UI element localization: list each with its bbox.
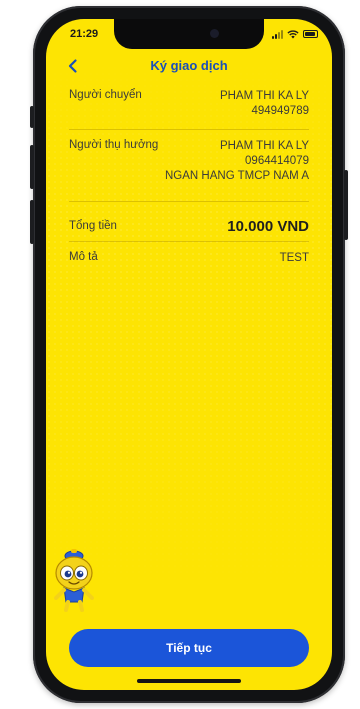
status-time: 21:29 bbox=[70, 28, 99, 40]
app-screen: 21:29 Ký giao dịch Người chuyển PHAM THI… bbox=[46, 19, 332, 690]
description-value: TEST bbox=[279, 252, 309, 264]
total-row: Tổng tiền 10.000 VND bbox=[69, 202, 309, 241]
signal-icon bbox=[272, 29, 283, 39]
mascot-icon bbox=[54, 549, 94, 612]
beneficiary-value: PHAM THI KA LY 0964414079 NGAN HANG TMCP… bbox=[165, 139, 309, 184]
description-row: Mô tả TEST bbox=[69, 242, 309, 275]
beneficiary-label: Người thụ hưởng bbox=[69, 139, 159, 151]
sender-label: Người chuyển bbox=[69, 89, 142, 101]
battery-icon bbox=[303, 30, 318, 38]
front-camera bbox=[210, 29, 219, 38]
volume-up-button bbox=[30, 145, 34, 189]
transaction-details: Người chuyển PHAM THI KA LY 494949789 Ng… bbox=[69, 89, 309, 275]
continue-button[interactable]: Tiếp tục bbox=[69, 629, 309, 667]
beneficiary-bank: NGAN HANG TMCP NAM A bbox=[165, 170, 309, 182]
volume-down-button bbox=[30, 200, 34, 244]
beneficiary-name: PHAM THI KA LY bbox=[219, 140, 309, 152]
mute-switch bbox=[30, 106, 34, 128]
beneficiary-row: Người thụ hưởng PHAM THI KA LY 096441407… bbox=[69, 130, 309, 201]
sender-value: PHAM THI KA LY 494949789 bbox=[220, 89, 309, 119]
total-amount: 10.000 VND bbox=[227, 217, 309, 235]
sender-row: Người chuyển PHAM THI KA LY 494949789 bbox=[69, 89, 309, 129]
wifi-icon bbox=[287, 29, 299, 38]
description-label: Mô tả bbox=[69, 251, 98, 263]
sender-name: PHAM THI KA LY bbox=[219, 90, 309, 102]
page-title: Ký giao dịch bbox=[150, 58, 228, 73]
sender-account: 494949789 bbox=[251, 105, 309, 117]
notch bbox=[114, 19, 264, 49]
power-button bbox=[344, 170, 348, 240]
status-icons bbox=[272, 28, 318, 40]
beneficiary-account: 0964414079 bbox=[245, 155, 309, 167]
total-label: Tổng tiền bbox=[69, 220, 117, 232]
home-indicator[interactable] bbox=[137, 679, 241, 683]
